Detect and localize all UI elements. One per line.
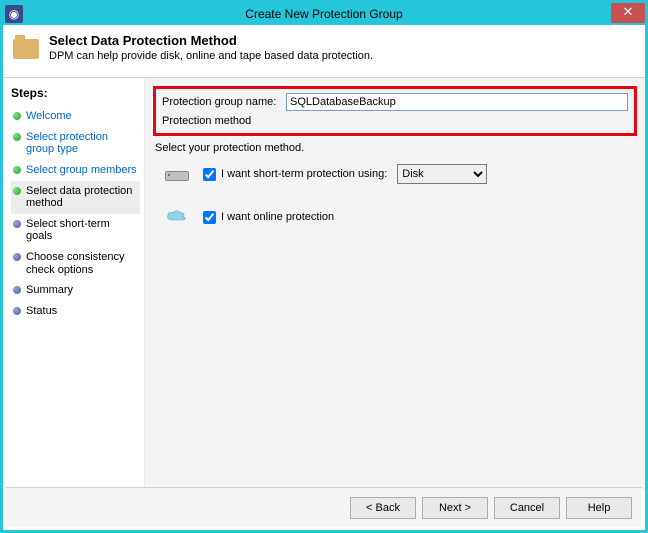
- close-button[interactable]: ✕: [611, 3, 645, 23]
- step-label: Status: [26, 305, 57, 318]
- wizard-header: Select Data Protection Method DPM can he…: [3, 25, 645, 77]
- step-summary: Summary: [11, 280, 140, 301]
- short-term-checkbox[interactable]: [203, 168, 216, 181]
- group-name-label: Protection group name:: [162, 96, 280, 108]
- page-subtitle: DPM can help provide disk, online and ta…: [49, 50, 373, 62]
- step-label: Welcome: [26, 110, 72, 123]
- step-bullet-icon: [13, 166, 21, 174]
- short-term-select[interactable]: Disk: [397, 164, 487, 184]
- step-bullet-icon: [13, 133, 21, 141]
- folder-icon: [13, 33, 41, 59]
- step-bullet-icon: [13, 307, 21, 315]
- page-title: Select Data Protection Method: [49, 33, 373, 48]
- instruction-text: Select your protection method.: [155, 142, 635, 154]
- disk-icon: [165, 165, 193, 183]
- wizard-footer: < Back Next > Cancel Help: [6, 487, 642, 527]
- short-term-option-row: I want short-term protection using: Disk: [165, 164, 637, 184]
- main-panel: Protection group name: Protection method…: [145, 78, 645, 490]
- window-title: Create New Protection Group: [245, 7, 402, 21]
- step-status: Status: [11, 301, 140, 322]
- step-bullet-icon: [13, 112, 21, 120]
- app-icon: ◉: [5, 5, 23, 23]
- step-short-term-goals: Select short-term goals: [11, 214, 140, 247]
- step-label: Select group members: [26, 164, 137, 177]
- highlighted-region: Protection group name: Protection method: [153, 86, 637, 136]
- online-text: I want online protection: [221, 211, 334, 223]
- online-checkbox-label[interactable]: I want online protection: [203, 211, 334, 224]
- step-welcome[interactable]: Welcome: [11, 106, 140, 127]
- online-checkbox[interactable]: [203, 211, 216, 224]
- step-label: Select short-term goals: [26, 218, 138, 243]
- protection-method-label: Protection method: [162, 115, 628, 127]
- step-label: Select data protection method: [26, 185, 138, 210]
- next-button[interactable]: Next >: [422, 497, 488, 519]
- step-bullet-icon: [13, 220, 21, 228]
- cloud-icon: [165, 208, 193, 226]
- step-label: Choose consistency check options: [26, 251, 138, 276]
- step-bullet-icon: [13, 187, 21, 195]
- step-label: Select protection group type: [26, 131, 138, 156]
- help-button[interactable]: Help: [566, 497, 632, 519]
- steps-heading: Steps:: [11, 86, 140, 100]
- step-consistency-check: Choose consistency check options: [11, 247, 140, 280]
- step-bullet-icon: [13, 286, 21, 294]
- step-group-members[interactable]: Select group members: [11, 160, 140, 181]
- steps-sidebar: Steps: Welcome Select protection group t…: [3, 78, 145, 490]
- online-option-row: I want online protection: [165, 208, 637, 226]
- step-label: Summary: [26, 284, 73, 297]
- short-term-checkbox-label[interactable]: I want short-term protection using:: [203, 168, 387, 181]
- step-data-protection-method[interactable]: Select data protection method: [11, 181, 140, 214]
- cancel-button[interactable]: Cancel: [494, 497, 560, 519]
- step-protection-group-type[interactable]: Select protection group type: [11, 127, 140, 160]
- title-bar: ◉ Create New Protection Group ✕: [3, 3, 645, 25]
- short-term-text: I want short-term protection using:: [221, 168, 387, 180]
- back-button[interactable]: < Back: [350, 497, 416, 519]
- group-name-input[interactable]: [286, 93, 628, 111]
- step-bullet-icon: [13, 253, 21, 261]
